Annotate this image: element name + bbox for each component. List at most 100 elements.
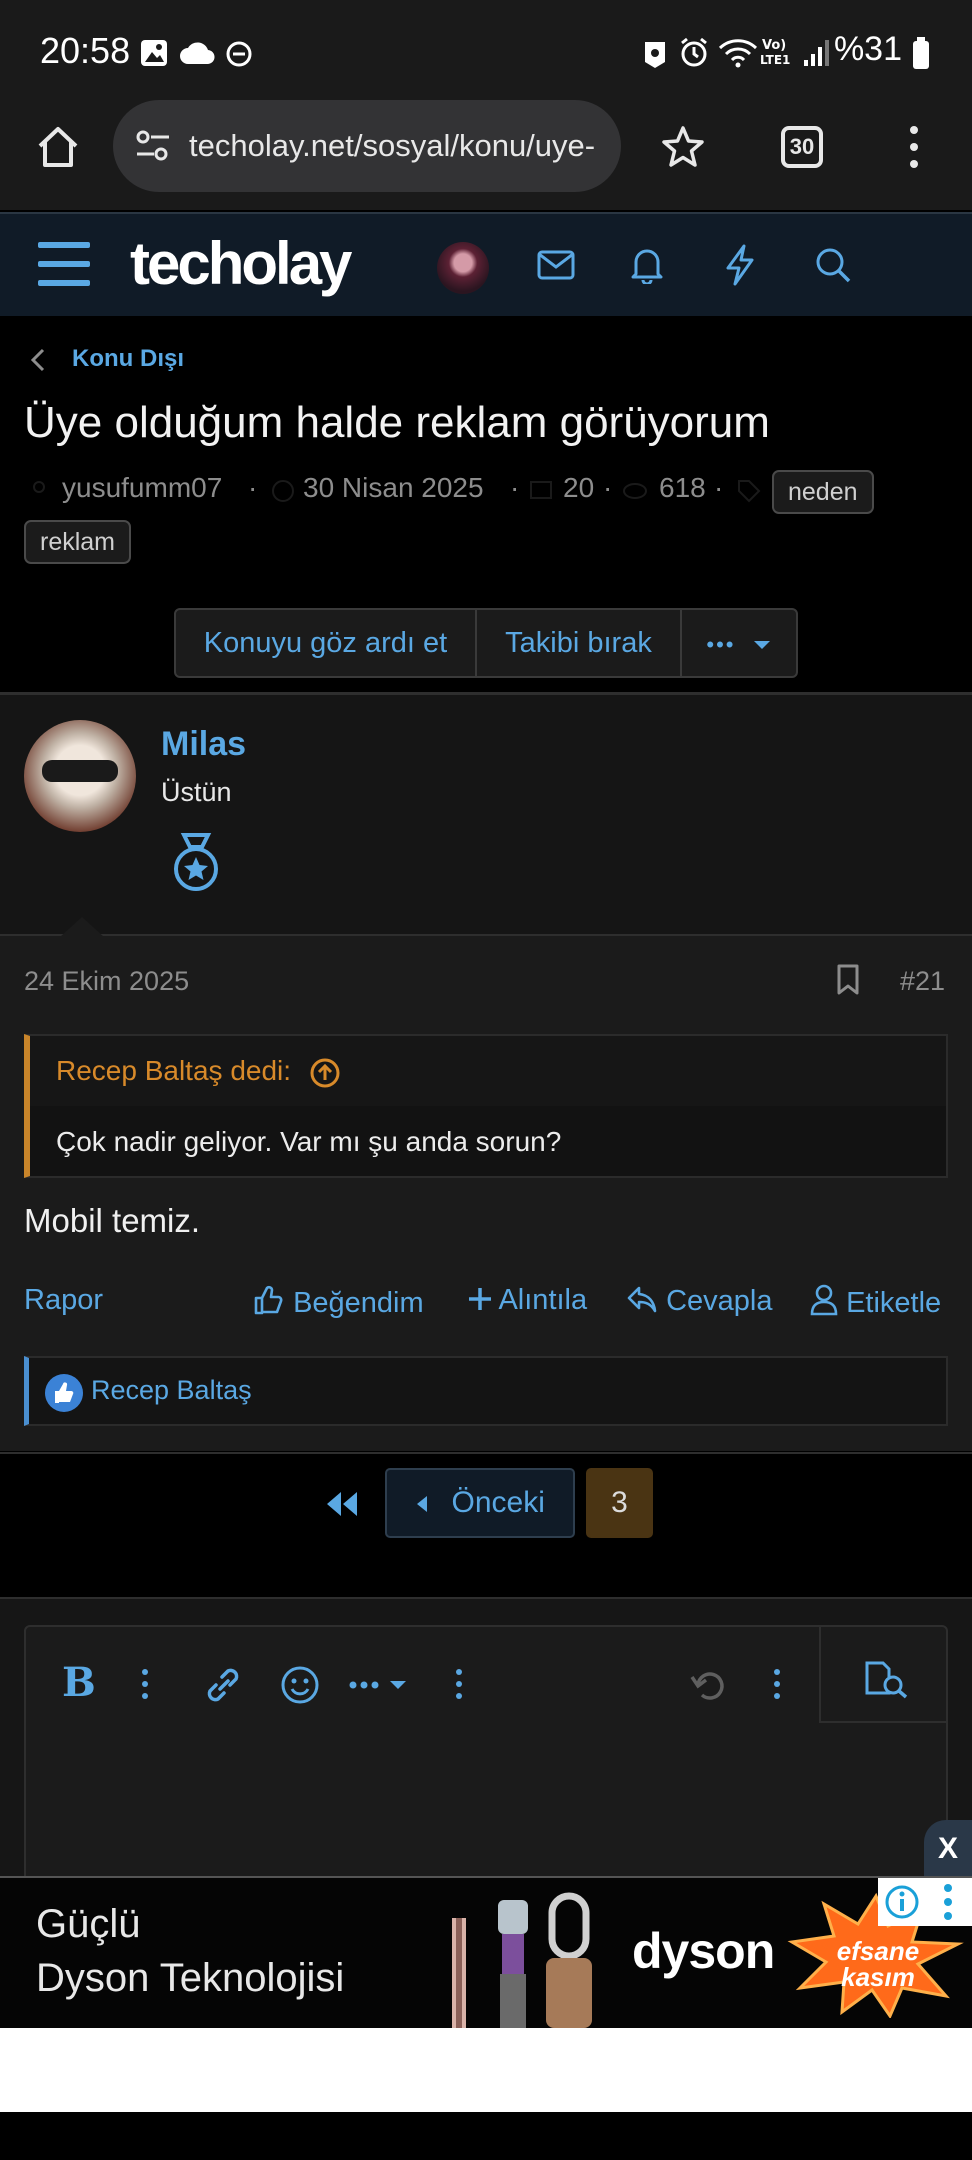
tag-icon [738,480,761,503]
meta-separator: · [510,472,520,503]
blank-area [0,2028,972,2112]
whats-new-bolt-icon[interactable] [724,244,756,286]
reply-editor-area: B [0,1597,972,1885]
caret-down-icon [753,641,770,649]
meta-separator: · [714,472,724,503]
search-icon[interactable] [814,246,852,284]
unwatch-button[interactable]: Takibi bırak [477,610,682,676]
post-username[interactable]: Milas [161,725,246,764]
more-format-icon[interactable] [140,1667,150,1701]
quote-button[interactable]: Alıntıla [468,1284,587,1317]
rich-text-editor[interactable]: B [24,1625,948,1885]
post-number[interactable]: #21 [900,966,945,997]
thread-replies: 20 [563,472,595,503]
emoji-icon[interactable] [280,1665,320,1705]
bookmark-star-icon[interactable] [660,124,706,170]
breadcrumb[interactable]: Konu Dışı [72,345,184,373]
ad-badge-line-2: kasım [841,1962,915,1992]
more-options-button[interactable]: ••• [682,610,796,676]
reaction-user[interactable]: Recep Baltaş [91,1375,252,1406]
inbox-icon[interactable] [537,250,575,280]
reply-label: Cevapla [666,1285,773,1317]
prev-page-button[interactable]: Önceki [385,1468,575,1538]
reply-arrow-icon [627,1286,657,1313]
ad-close-button[interactable]: X [924,1820,972,1878]
medal-icon [174,833,218,891]
post-body: 24 Ekim 2025 #21 Recep Baltaş dedi: Çok … [0,936,972,1451]
bell-icon[interactable] [630,246,664,284]
quote-label: Alıntıla [498,1284,588,1316]
meta-separator: · [603,472,613,503]
hamburger-menu-icon[interactable] [38,242,90,286]
tag-user-button[interactable]: Etiketle [810,1284,941,1320]
bold-button[interactable]: B [62,1661,96,1705]
thread-date: 30 Nisan 2025 [303,472,484,503]
report-link[interactable]: Rapor [24,1284,103,1317]
post-date[interactable]: 24 Ekim 2025 [24,966,189,997]
caret-left-icon [417,1496,428,1512]
alarm-icon [681,37,707,67]
post-text: Mobil temiz. [24,1202,201,1239]
reply-button[interactable]: Cevapla [626,1284,772,1318]
post-avatar[interactable] [24,720,136,832]
pagination: Önceki 3 [0,1452,972,1597]
more-edit-icon[interactable] [772,1667,782,1701]
ad-info-box[interactable] [878,1878,972,1926]
like-reaction-icon [45,1374,83,1412]
link-icon[interactable] [202,1665,244,1705]
more-insert-icon[interactable] [454,1667,464,1701]
user-title: Üstün [161,777,232,807]
bookmark-icon[interactable] [836,964,860,996]
thumbs-up-icon [254,1285,283,1315]
battery-icon [913,37,929,69]
ad-menu-icon[interactable] [942,1882,954,1922]
insert-more-icon[interactable] [348,1677,414,1693]
undo-icon[interactable] [688,1665,728,1705]
wifi-icon [718,39,758,68]
replies-icon [530,481,552,499]
signal-icon [804,40,829,66]
tab-switcher-button[interactable]: 30 [781,126,823,168]
system-nav-bar [0,2112,972,2160]
current-page[interactable]: 3 [586,1468,653,1538]
browser-menu-icon[interactable] [904,124,924,170]
home-icon[interactable] [34,124,82,170]
quote-author: Recep Baltaş dedi: [56,1055,292,1086]
like-label: Beğendim [293,1287,424,1319]
ad-line-2: Dyson Teknolojisi [36,1956,345,2000]
thread-author[interactable]: yusufumm07 [62,472,222,504]
post-user-block: Milas Üstün [0,693,972,937]
quote-header[interactable]: Recep Baltaş dedi: [30,1036,946,1106]
thread-action-buttons: Konuyu göz ardı et Takibi bırak ••• [174,608,798,678]
volte-icon: Vo)LTE1 [760,38,790,67]
tag-label: Etiketle [846,1287,942,1319]
first-page-icon[interactable] [324,1490,360,1518]
ad-line-1: Güçlü [36,1902,141,1946]
advertisement-banner[interactable]: Güçlü Dyson Teknolojisi dyson efsane kas… [0,1876,972,2028]
like-button[interactable]: Beğendim [253,1284,424,1320]
tag-reklam[interactable]: reklam [24,520,132,564]
site-logo[interactable]: techolay [130,234,352,294]
tag-neden[interactable]: neden [772,470,874,514]
meta-separator: · [248,472,258,503]
url-bar[interactable]: techolay.net/sosyal/konu/uye- [113,100,621,192]
views-icon [623,483,647,499]
user-avatar[interactable] [437,242,489,294]
url-text: techolay.net/sosyal/konu/uye- [189,128,596,163]
svg-text:LTE1: LTE1 [760,53,790,67]
dnd-icon [226,41,252,67]
ad-info-icon[interactable] [884,1884,920,1920]
ignore-thread-button[interactable]: Konuyu göz ardı et [176,610,477,676]
quote-jump-arrow-icon[interactable] [309,1057,341,1089]
site-settings-icon[interactable] [133,126,173,166]
ad-brand: dyson [632,1923,775,1979]
author-icon [33,481,45,493]
more-options-label: ••• [706,632,736,657]
status-bar: 20:58 Vo) LTE1 %31 [0,0,972,100]
message-pointer [60,917,104,937]
ad-product-image [452,1892,592,2028]
reactions-bar[interactable]: Recep Baltaş [24,1356,948,1426]
clock-icon [272,480,294,502]
chevron-left-icon[interactable] [30,348,46,372]
preview-button[interactable] [819,1627,948,1723]
